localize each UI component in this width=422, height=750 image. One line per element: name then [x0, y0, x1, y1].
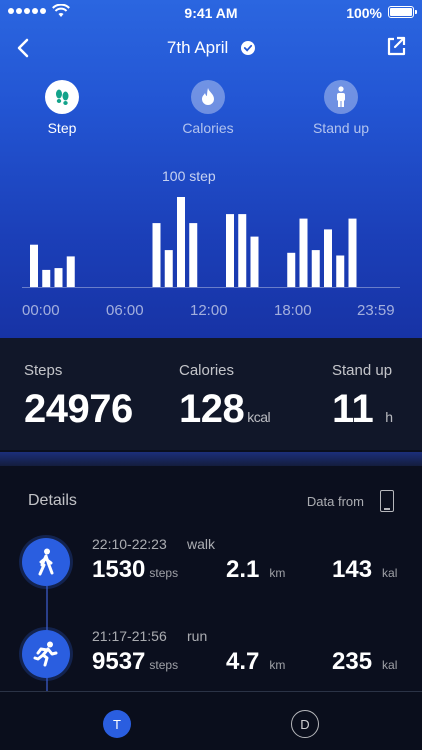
calories-title: Calories [179, 362, 235, 379]
details-title: Details [28, 492, 77, 509]
chart-bar [177, 197, 185, 287]
metric-tabs: Step Calories Stand up [0, 80, 422, 140]
nav-bar: 7th April [0, 32, 422, 64]
activity-type: run [187, 628, 208, 644]
chart-bar [348, 218, 357, 287]
chart-bar [238, 214, 247, 287]
tab-calories[interactable]: Calories [158, 80, 258, 136]
footprints-icon [45, 80, 79, 114]
tab-stand-up[interactable]: Stand up [291, 80, 391, 136]
chart-bar [54, 268, 63, 287]
stand-summary: Stand up 11 h [332, 362, 393, 432]
calories-value: 128 [179, 387, 245, 431]
activity-calories-unit: kal [382, 566, 398, 580]
hero-panel: 9:41 AM 100% 7th April Step Calories Sta… [0, 0, 422, 338]
chart-bar [66, 256, 75, 287]
tab-step[interactable]: Step [12, 80, 112, 136]
chart-bar [152, 223, 161, 287]
calories-summary: Calories 128 kcal [179, 362, 271, 432]
share-icon[interactable] [384, 34, 408, 58]
chart-bar [226, 214, 234, 287]
activity-time-range: 22:10-22:23 [92, 536, 167, 552]
x-tick-2: 12:00 [190, 302, 228, 319]
step-chart: 100 step 00:00 06:00 12:00 18:00 23:59 [0, 160, 422, 330]
steps-summary: Steps 24976 [24, 362, 133, 432]
tab-stand-up-label: Stand up [312, 120, 370, 136]
activity-steps-unit: steps [149, 658, 179, 672]
chart-bar [311, 250, 320, 287]
status-bar: 9:41 AM 100% [0, 0, 422, 26]
activity-distance-unit: km [269, 566, 286, 580]
activity-distance-unit: km [269, 658, 286, 672]
day-button[interactable]: D [291, 710, 319, 738]
details-section: Details Data from 22:10-22:23 walk 1530 s… [0, 466, 422, 696]
battery-percent: 100% [346, 5, 382, 21]
x-tick-3: 18:00 [274, 302, 312, 319]
chart-bar [336, 255, 345, 287]
chart-bar [324, 229, 332, 287]
activity-time-range: 21:17-21:56 [92, 628, 167, 644]
chart-bar [287, 252, 296, 287]
activity-steps: 1530 [92, 556, 146, 583]
bottom-bar: T D [0, 691, 422, 750]
activity-calories: 235 [332, 648, 373, 675]
today-button[interactable]: T [103, 710, 131, 738]
activity-row[interactable]: 21:17-21:56 run 9537 steps 4.7 km 235 kal [0, 626, 422, 696]
activity-distance: 2.1 [226, 556, 260, 583]
flame-icon [191, 80, 225, 114]
activity-calories: 143 [332, 556, 373, 583]
person-standing-icon [324, 80, 358, 114]
running-person-icon [22, 630, 70, 678]
x-tick-4: 23:59 [357, 302, 395, 319]
tab-step-label: Step [47, 120, 77, 136]
steps-title: Steps [24, 362, 63, 379]
date-selector[interactable]: 7th April [0, 38, 422, 58]
x-axis: 00:00 06:00 12:00 18:00 23:59 [0, 302, 422, 322]
activity-row[interactable]: 22:10-22:23 walk 1530 steps 2.1 km 143 kal [0, 534, 422, 604]
chart-bar [30, 244, 38, 287]
chart-bar [299, 218, 308, 287]
activity-steps-unit: steps [149, 566, 179, 580]
phone-device-icon[interactable] [380, 490, 394, 512]
walking-person-icon [22, 538, 70, 586]
divider [0, 452, 422, 466]
chart-bar [250, 236, 259, 287]
x-tick-0: 00:00 [22, 302, 60, 319]
battery-icon [388, 6, 417, 18]
activity-distance: 4.7 [226, 648, 260, 675]
steps-value: 24976 [24, 387, 133, 431]
stand-unit: h [385, 409, 393, 425]
summary-panel: Steps 24976 Calories 128 kcal Stand up 11… [0, 338, 422, 450]
stand-value: 11 [332, 387, 374, 431]
data-from-label: Data from [306, 494, 364, 509]
chart-bar [42, 269, 51, 287]
tab-calories-label: Calories [182, 120, 234, 136]
check-circle-icon [241, 41, 256, 55]
chart-bar [189, 223, 198, 287]
x-tick-1: 06:00 [106, 302, 144, 319]
activity-type: walk [187, 536, 216, 552]
stand-title: Stand up [332, 362, 393, 379]
activity-steps: 9537 [92, 648, 146, 675]
chart-bar [164, 250, 173, 287]
date-label: 7th April [166, 38, 229, 57]
activity-calories-unit: kal [382, 658, 398, 672]
bar-chart [22, 197, 400, 288]
calories-unit: kcal [247, 409, 271, 425]
